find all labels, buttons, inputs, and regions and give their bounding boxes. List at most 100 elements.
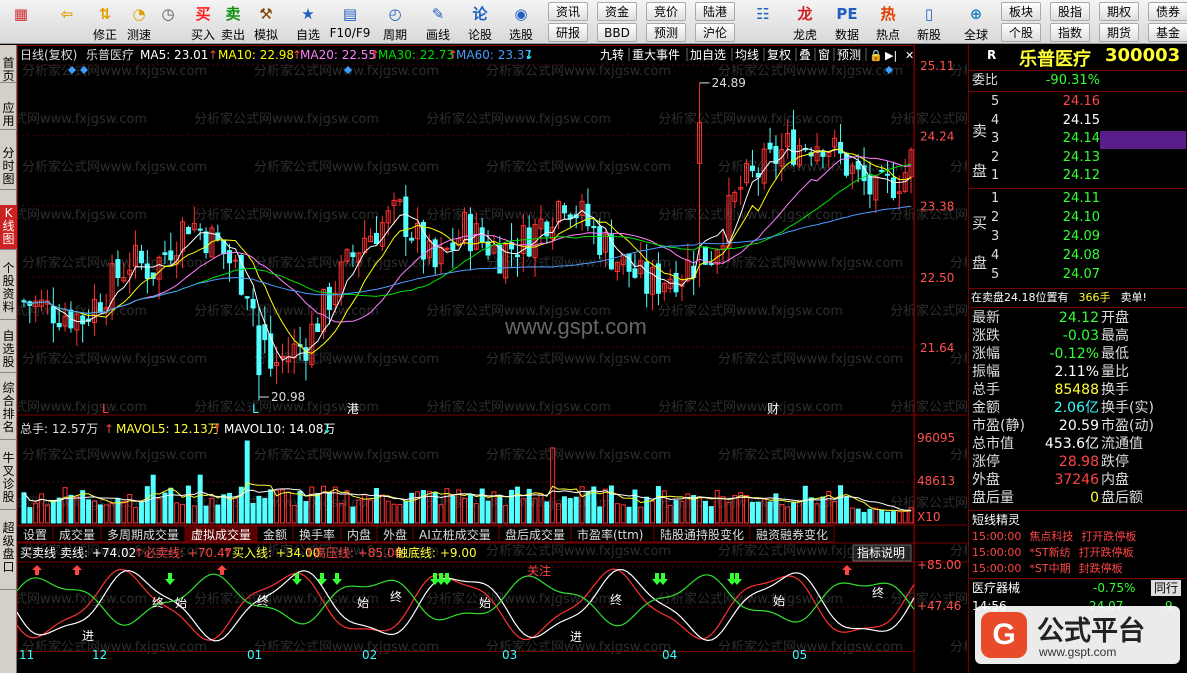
volume-bar[interactable] [180, 503, 186, 524]
candle-body[interactable] [162, 252, 168, 256]
volume-bar[interactable] [573, 496, 579, 524]
volume-bar[interactable] [250, 503, 256, 524]
volume-bar[interactable] [861, 511, 867, 524]
candle-body[interactable] [544, 221, 550, 237]
volume-bar[interactable] [397, 504, 403, 524]
volume-bar[interactable] [614, 503, 620, 524]
candle-body[interactable] [514, 254, 520, 258]
candle-body[interactable] [444, 247, 450, 250]
candle-body[interactable] [250, 298, 256, 309]
candle-body[interactable] [626, 253, 632, 272]
volume-bar[interactable] [68, 494, 74, 524]
volume-bar[interactable] [97, 504, 103, 524]
toolbar-small-button[interactable]: 债券 [1148, 2, 1187, 21]
volume-bar[interactable] [315, 493, 321, 524]
volume-bar[interactable] [174, 502, 180, 524]
toolbar-button-15[interactable]: 龙龙虎 [785, 1, 825, 43]
volume-bar[interactable] [890, 511, 896, 524]
volume-bar[interactable] [297, 490, 303, 524]
ask-level[interactable]: 5 24.16 [969, 93, 1187, 111]
volume-bar[interactable] [873, 507, 879, 524]
volume-bar[interactable] [326, 492, 332, 524]
peer-button[interactable]: 同行 [1151, 580, 1182, 596]
volume-bar[interactable] [303, 501, 309, 524]
volume-bar[interactable] [391, 503, 397, 524]
candle-body[interactable] [56, 322, 62, 328]
toolbar-small-button[interactable]: 资金 [597, 2, 637, 21]
left-tab-4[interactable]: 个股资料 [0, 260, 17, 320]
volume-bar[interactable] [497, 495, 503, 524]
volume-bar[interactable] [597, 506, 603, 524]
volume-bar[interactable] [608, 485, 614, 524]
volume-bar[interactable] [56, 497, 62, 524]
toolbar-button-3[interactable]: ◔ 测速 [122, 1, 156, 43]
volume-bar[interactable] [185, 485, 191, 524]
volume-bar[interactable] [221, 494, 227, 524]
volume-bar[interactable] [385, 500, 391, 524]
volume-bar[interactable] [215, 504, 221, 524]
volume-bar[interactable] [168, 487, 174, 524]
volume-bar[interactable] [138, 502, 144, 524]
toolbar-button-8[interactable]: ★ 自选 [290, 1, 326, 43]
candle-body[interactable] [373, 232, 379, 244]
ask-level[interactable]: 4 24.15 [969, 112, 1187, 130]
toolbar-button-9[interactable]: ▤ F10/F9 [328, 1, 372, 43]
volume-bar[interactable] [638, 506, 644, 524]
candle-body[interactable] [50, 305, 56, 324]
volume-bar[interactable] [373, 488, 379, 524]
volume-bar[interactable] [702, 500, 708, 524]
volume-bar[interactable] [802, 485, 808, 524]
toolbar-button-10[interactable]: ◴ 周期 [375, 1, 415, 43]
toolbar-button-17[interactable]: 热热点 [868, 1, 908, 43]
candle-body[interactable] [168, 250, 174, 261]
volume-bar[interactable] [256, 495, 262, 524]
candle-body[interactable] [409, 237, 415, 241]
toolbar-button-4[interactable]: ◷ [155, 1, 181, 43]
candle-body[interactable] [185, 226, 191, 235]
toolbar-small-button[interactable]: 指数 [1050, 23, 1090, 42]
volume-bar[interactable] [879, 509, 885, 524]
candle-body[interactable] [350, 252, 356, 258]
volume-bar[interactable] [749, 501, 755, 524]
volume-bar[interactable] [27, 507, 33, 524]
volume-bar[interactable] [415, 491, 421, 524]
left-tab-8[interactable]: 超级盘口 [0, 520, 17, 590]
left-tab-3[interactable]: K线图 [0, 205, 17, 250]
volume-bar[interactable] [561, 496, 567, 524]
toolbar-small-button[interactable]: 陆港 [695, 2, 735, 21]
toolbar-small-button[interactable]: 板块 [1001, 2, 1041, 21]
volume-bar[interactable] [144, 486, 150, 524]
left-tab-5[interactable]: 自选股 [0, 328, 17, 373]
candle-body[interactable] [21, 300, 27, 303]
volume-bar[interactable] [197, 474, 203, 524]
volume-bar[interactable] [867, 508, 873, 524]
volume-bar[interactable] [767, 501, 773, 524]
candle-body[interactable] [203, 231, 209, 254]
left-tab-2[interactable]: 分时图 [0, 145, 17, 190]
short-line-item[interactable]: 15:00:00 焦点科技 打开跌停板 [972, 529, 1187, 545]
volume-bar[interactable] [885, 511, 891, 524]
toolbar-button-7[interactable]: ⚒ 模拟 [250, 1, 282, 43]
volume-bar[interactable] [403, 500, 409, 524]
toolbar-small-button[interactable]: 沪伦 [695, 23, 735, 42]
volume-bar[interactable] [755, 501, 761, 524]
ask-level[interactable]: 2 24.13 [969, 149, 1187, 167]
bid-level[interactable]: 1 24.11 [969, 190, 1187, 208]
volume-bar[interactable] [655, 486, 661, 524]
candle-body[interactable] [80, 315, 86, 325]
volume-bar[interactable] [203, 505, 209, 524]
left-tab-0[interactable]: 首页 [0, 55, 17, 83]
volume-bar[interactable] [849, 507, 855, 524]
bid-level[interactable]: 3 24.09 [969, 228, 1187, 246]
candle-body[interactable] [561, 205, 567, 214]
bid-level[interactable]: 5 24.07 [969, 266, 1187, 284]
toolbar-button-12[interactable]: 论论股 [463, 1, 497, 43]
volume-bar[interactable] [467, 494, 473, 524]
toolbar-small-button[interactable]: BBD [597, 23, 637, 42]
volume-bar[interactable] [379, 494, 385, 524]
toolbar-small-button[interactable]: 竞价 [646, 2, 686, 21]
toolbar-button-14[interactable]: ☷ [745, 1, 781, 43]
left-tab-6[interactable]: 综合排名 [0, 380, 17, 440]
volume-bar[interactable] [626, 506, 632, 524]
toolbar-button-18[interactable]: ▯ 新股 [912, 1, 946, 43]
